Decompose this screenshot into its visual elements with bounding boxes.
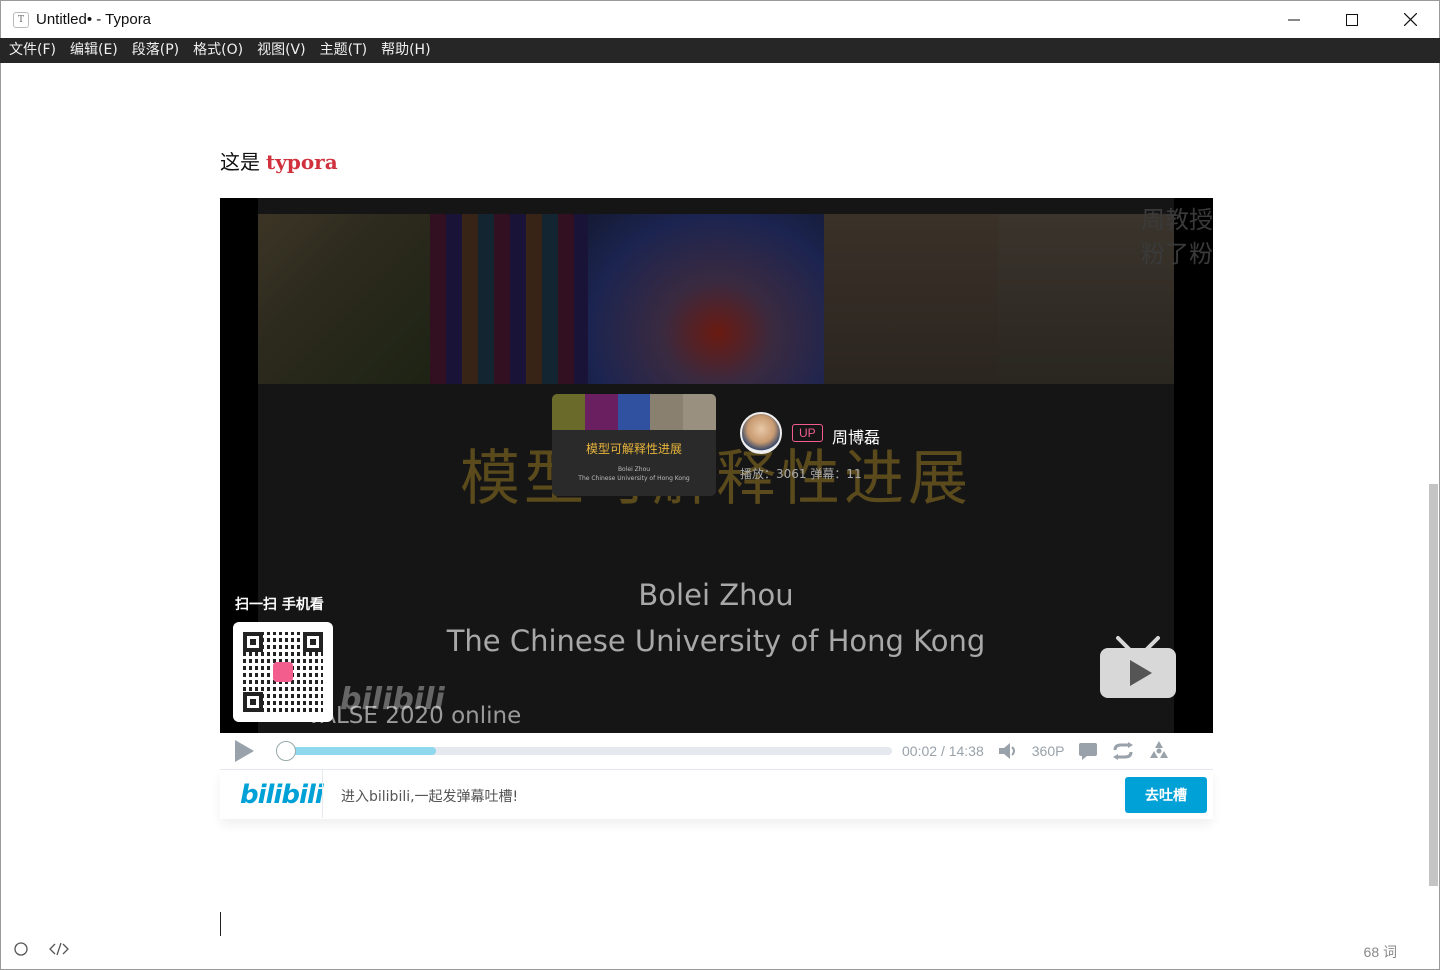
danmaku-input[interactable]: 进入bilibili,一起发弹幕吐槽! bbox=[341, 786, 518, 806]
danmaku-corner-text: 周教授 粉了粉 bbox=[1141, 203, 1213, 271]
card-subtitle: Bolei Zhou The Chinese University of Hon… bbox=[552, 465, 716, 483]
progress-handle[interactable] bbox=[276, 741, 297, 761]
paragraph-text: 这是 bbox=[220, 150, 260, 174]
avatar[interactable] bbox=[740, 412, 782, 454]
qr-logo-icon bbox=[273, 662, 293, 682]
current-time: 00:02 bbox=[902, 743, 938, 759]
qr-label: 扫一扫 手机看 bbox=[235, 597, 324, 613]
danmaku-toggle-button[interactable] bbox=[1078, 742, 1098, 760]
progress-buffered bbox=[276, 747, 437, 755]
card-sub-line2: The Chinese University of Hong Kong bbox=[578, 475, 690, 482]
slide-image-heatmap bbox=[588, 214, 824, 384]
close-icon bbox=[1403, 13, 1417, 26]
danmaku-send-button[interactable]: 去吐槽 bbox=[1125, 777, 1207, 813]
loop-icon bbox=[1113, 742, 1134, 760]
word-count[interactable]: 68 词 bbox=[1364, 942, 1397, 962]
time-display: 00:02 / 14:38 bbox=[902, 743, 984, 759]
source-code-toggle-icon[interactable] bbox=[49, 942, 69, 956]
document-paragraph[interactable]: 这是 typora bbox=[220, 146, 338, 175]
widescreen-button[interactable] bbox=[1148, 741, 1170, 761]
bilibili-logo[interactable]: bilibili bbox=[240, 780, 324, 810]
bilibili-tv-icon bbox=[1100, 636, 1176, 698]
slide-affiliation: The Chinese University of Hong Kong bbox=[446, 624, 986, 658]
widescreen-icon bbox=[1150, 741, 1169, 758]
minimize-icon bbox=[1288, 19, 1300, 20]
volume-icon bbox=[998, 743, 1015, 759]
video-frame: 模型可解释性进展 Bolei Zhou The Chinese Universi… bbox=[258, 198, 1174, 733]
menu-paragraph[interactable]: 段落(P) bbox=[125, 38, 186, 63]
volume-button[interactable] bbox=[998, 742, 1018, 760]
maximize-button[interactable] bbox=[1323, 1, 1381, 38]
menu-bar: 文件(F) 编辑(E) 段落(P) 格式(O) 视图(V) 主题(T) 帮助(H… bbox=[0, 38, 1440, 63]
up-badge: UP bbox=[792, 424, 823, 442]
time-separator: / bbox=[940, 743, 945, 759]
bilibili-watermark: bilibili bbox=[340, 682, 445, 717]
editor-area[interactable]: 这是 typora 模型可解释性进展 Bolei Zhou The Chinese… bbox=[0, 63, 1440, 970]
divider bbox=[322, 770, 323, 818]
window-title: Untitled• - Typora bbox=[36, 11, 152, 28]
corner-text-line2: 粉了粉 bbox=[1141, 240, 1213, 268]
qr-code bbox=[233, 622, 333, 722]
outline-toggle-icon[interactable] bbox=[14, 942, 28, 956]
close-button[interactable] bbox=[1381, 1, 1439, 38]
qr-finder bbox=[243, 632, 263, 652]
slide-image-grid bbox=[430, 214, 588, 384]
total-time: 14:38 bbox=[948, 743, 984, 759]
qr-finder bbox=[303, 632, 323, 652]
card-sub-line1: Bolei Zhou bbox=[617, 466, 651, 473]
qr-finder bbox=[243, 692, 263, 712]
card-thumbnail bbox=[552, 394, 716, 430]
slide-image-bedroom bbox=[824, 214, 998, 384]
title-bar: T Untitled• - Typora bbox=[0, 0, 1440, 38]
qr-code-pattern bbox=[243, 632, 323, 712]
paragraph-strong-text: typora bbox=[266, 150, 338, 174]
player-controls: 00:02 / 14:38 360P bbox=[220, 733, 1213, 769]
quality-selector[interactable]: 360P bbox=[1032, 743, 1065, 759]
danmaku-toggle-icon bbox=[1079, 743, 1098, 760]
typora-app-icon: T bbox=[13, 11, 29, 28]
video-info-card[interactable]: 模型可解释性进展 Bolei Zhou The Chinese Universi… bbox=[552, 394, 716, 496]
uploader-name[interactable]: 周博磊 bbox=[832, 424, 880, 448]
progress-bar[interactable] bbox=[276, 741, 892, 761]
vertical-scrollbar-thumb[interactable] bbox=[1429, 484, 1438, 886]
menu-theme[interactable]: 主题(T) bbox=[313, 38, 374, 63]
danmaku-bar: bilibili 进入bilibili,一起发弹幕吐槽! 去吐槽 bbox=[220, 769, 1213, 819]
menu-file[interactable]: 文件(F) bbox=[2, 38, 63, 63]
menu-view[interactable]: 视图(V) bbox=[250, 38, 313, 63]
menu-edit[interactable]: 编辑(E) bbox=[63, 38, 125, 63]
window-controls bbox=[1265, 1, 1439, 38]
play-button[interactable] bbox=[220, 733, 268, 769]
video-player[interactable]: 模型可解释性进展 Bolei Zhou The Chinese Universi… bbox=[220, 198, 1213, 733]
status-bar: 68 词 bbox=[2, 932, 1440, 968]
slide-author: Bolei Zhou bbox=[638, 578, 794, 612]
minimize-button[interactable] bbox=[1265, 1, 1323, 38]
slide-image-strip bbox=[258, 214, 1174, 384]
slide-title: 模型可解释性进展 bbox=[460, 444, 972, 514]
maximize-icon bbox=[1346, 13, 1358, 26]
slide-image-dog-cat bbox=[258, 214, 430, 384]
card-title: 模型可解释性进展 bbox=[585, 442, 682, 456]
video-stats: 播放：3061 弹幕：11 bbox=[740, 467, 862, 481]
menu-format[interactable]: 格式(O) bbox=[186, 38, 250, 63]
corner-text-line1: 周教授 bbox=[1141, 206, 1213, 234]
loop-button[interactable] bbox=[1112, 742, 1134, 760]
play-icon bbox=[235, 740, 254, 762]
menu-help[interactable]: 帮助(H) bbox=[374, 38, 437, 63]
